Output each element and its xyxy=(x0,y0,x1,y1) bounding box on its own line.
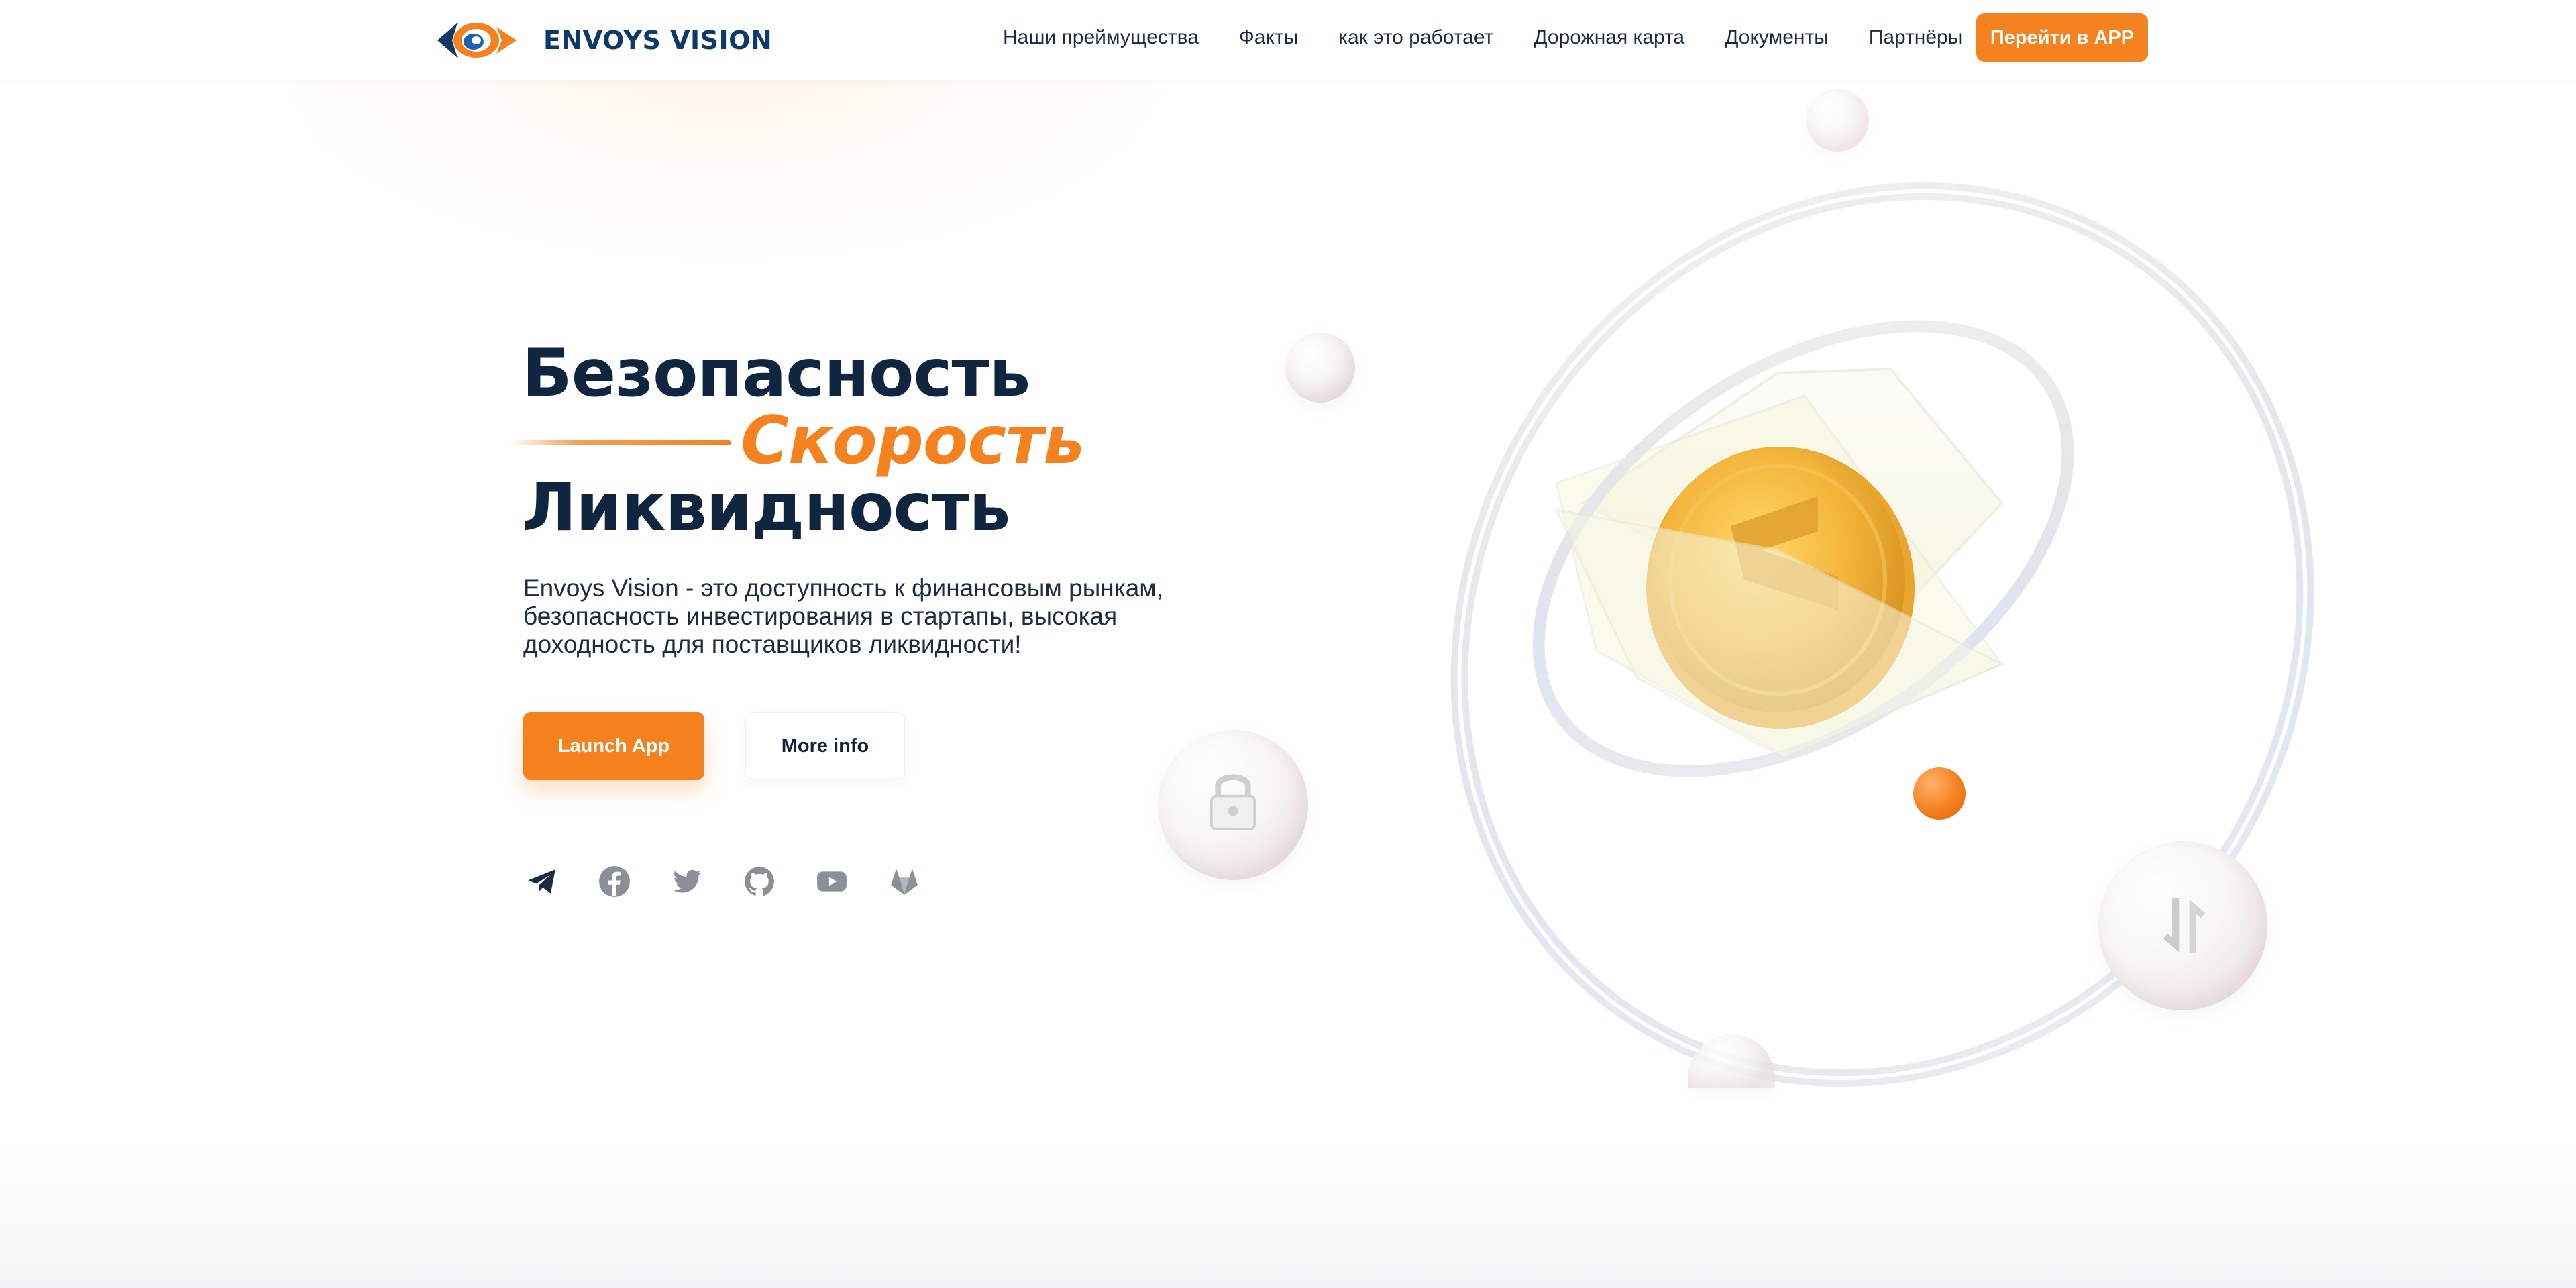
github-link[interactable] xyxy=(741,863,778,900)
top-small-sphere xyxy=(1806,89,1869,152)
hero-description: Envoys Vision - это доступность к финанс… xyxy=(523,574,1164,658)
hero-illustration xyxy=(1140,80,2576,1154)
nav-documents[interactable]: Документы xyxy=(1725,26,1829,49)
nav-roadmap[interactable]: Дорожная карта xyxy=(1534,26,1684,49)
arrows-sphere xyxy=(2098,841,2267,1010)
telegram-icon xyxy=(528,869,555,894)
nav-advantages[interactable]: Наши преймущества xyxy=(1003,26,1199,49)
site-header: ENVOYS VISION Наши преймущества Факты ка… xyxy=(0,0,2576,80)
orbit-rings xyxy=(1450,182,2314,1087)
more-info-button[interactable]: More info xyxy=(745,712,905,780)
gitlab-link[interactable] xyxy=(885,863,923,900)
hero-title-liquidity: Ликвидность xyxy=(522,470,1010,546)
nav-how-it-works[interactable]: как это работает xyxy=(1338,26,1493,49)
lock-icon xyxy=(1210,774,1256,831)
social-links xyxy=(523,863,923,900)
facebook-link[interactable] xyxy=(596,863,633,900)
go-to-app-button[interactable]: Перейти в APP xyxy=(1976,13,2148,62)
lock-sphere xyxy=(1158,730,1308,880)
youtube-link[interactable] xyxy=(813,863,851,900)
twitter-link[interactable] xyxy=(668,863,706,900)
facebook-icon xyxy=(599,866,630,897)
logo[interactable]: ENVOYS VISION xyxy=(435,17,772,63)
envoys-eye-logo-icon xyxy=(437,23,517,58)
left-small-sphere xyxy=(1285,333,1355,402)
youtube-icon xyxy=(817,871,847,892)
github-icon xyxy=(745,867,774,896)
launch-app-button[interactable]: Launch App xyxy=(523,712,704,780)
nav-facts[interactable]: Факты xyxy=(1239,26,1298,49)
background-bottom-fade xyxy=(0,1140,2576,1288)
transfer-arrows-icon xyxy=(2163,898,2206,953)
nav-partners[interactable]: Партнёры xyxy=(1869,26,1963,49)
twitter-icon xyxy=(674,869,701,893)
logo-text: ENVOYS VISION xyxy=(543,25,773,55)
telegram-link[interactable] xyxy=(523,863,561,900)
gitlab-icon xyxy=(891,869,918,895)
hero-title-speed: Скорость xyxy=(741,402,1085,479)
main-nav: Наши преймущества Факты как это работает… xyxy=(1003,0,1962,75)
orange-sphere xyxy=(1913,767,1966,820)
accent-stroke xyxy=(510,440,731,445)
hero-title-security: Безопасность xyxy=(522,335,1030,412)
